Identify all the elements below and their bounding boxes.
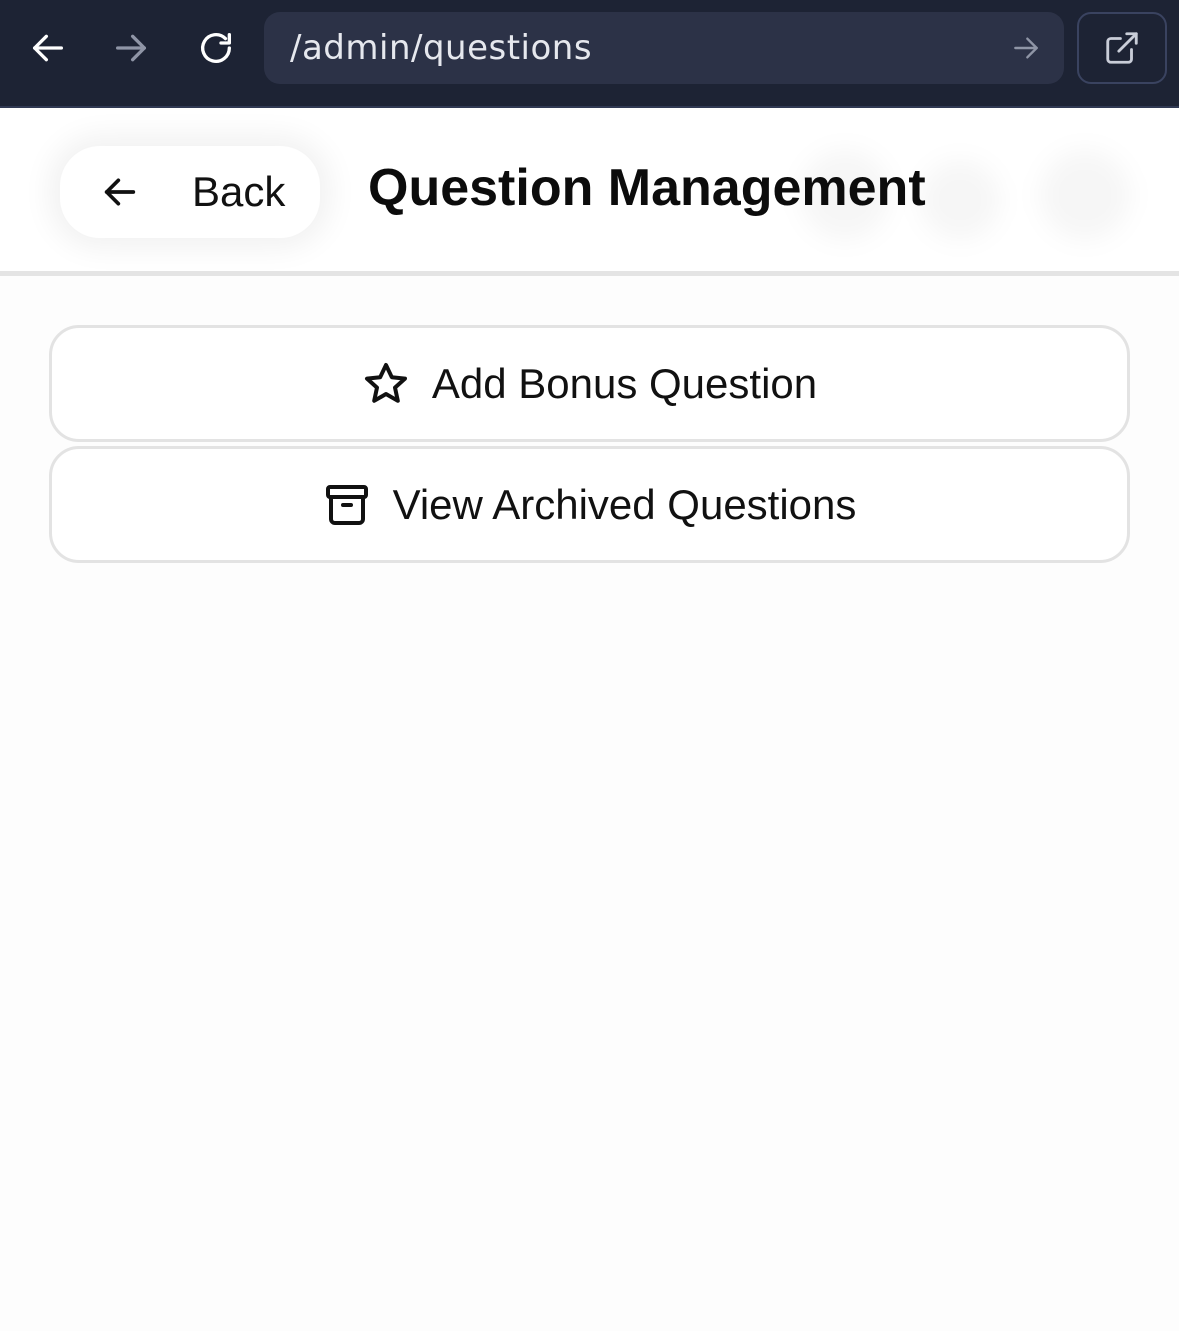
- add-bonus-question-label: Add Bonus Question: [431, 359, 818, 407]
- external-link-icon: [1106, 32, 1138, 64]
- star-icon: [362, 360, 410, 408]
- open-external-button[interactable]: [1077, 12, 1167, 84]
- page-title: Question Management: [368, 159, 926, 217]
- browser-forward-button[interactable]: [101, 18, 161, 78]
- url-go-button[interactable]: [1006, 28, 1046, 68]
- view-archived-questions-label: View Archived Questions: [392, 480, 857, 528]
- arrow-left-icon: [33, 34, 63, 62]
- blurred-decoration: [920, 160, 1000, 240]
- reload-icon: [201, 33, 231, 63]
- browser-back-button[interactable]: [18, 18, 78, 78]
- add-bonus-question-button[interactable]: Add Bonus Question: [49, 325, 1130, 442]
- address-bar[interactable]: /admin/questions: [264, 12, 1064, 84]
- arrow-left-icon: [104, 178, 136, 206]
- page-header: Back Question Management: [0, 110, 1179, 276]
- blurred-decoration: [1040, 150, 1130, 240]
- arrow-right-icon: [1014, 37, 1038, 59]
- arrow-right-icon: [116, 34, 146, 62]
- view-archived-questions-button[interactable]: View Archived Questions: [49, 446, 1130, 563]
- url-text[interactable]: /admin/questions: [290, 28, 592, 68]
- browser-toolbar: /admin/questions: [0, 0, 1179, 108]
- archive-icon: [323, 481, 371, 529]
- back-button[interactable]: Back: [60, 146, 320, 238]
- browser-reload-button[interactable]: [186, 18, 246, 78]
- back-button-label: Back: [192, 168, 286, 215]
